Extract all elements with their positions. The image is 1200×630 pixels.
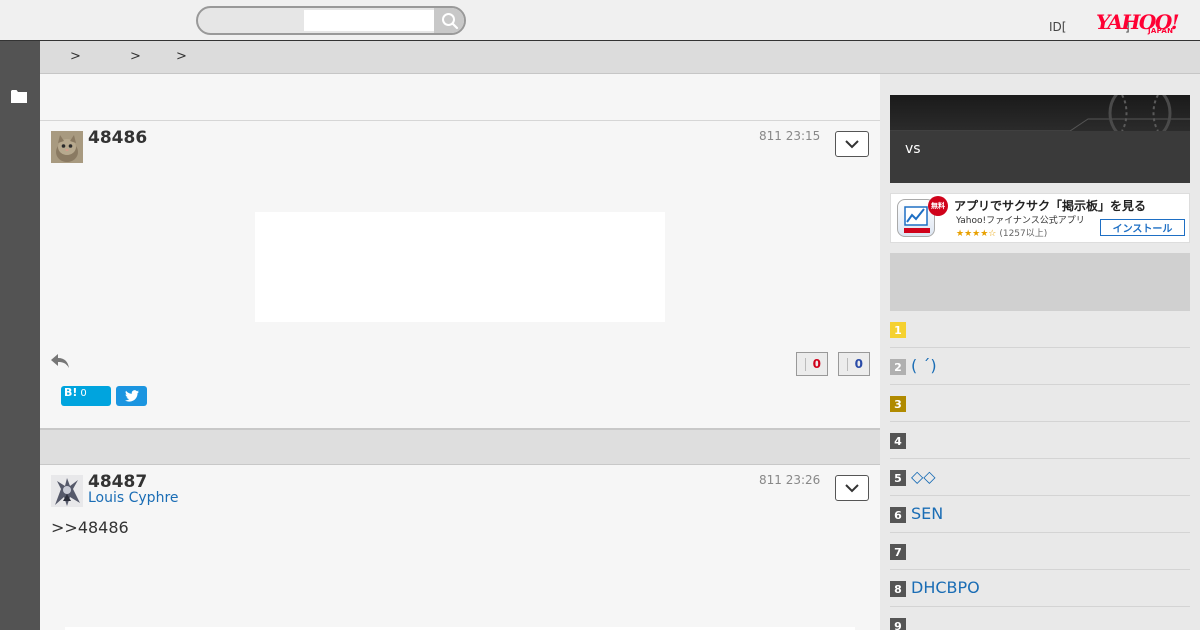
post-number[interactable]: 48487 <box>88 472 147 492</box>
breadcrumb-separator: > <box>70 49 81 64</box>
star-rating: ★★★★☆ <box>956 229 997 239</box>
chevron-down-icon <box>845 483 859 492</box>
rank-number-badge: 8 <box>890 581 906 597</box>
ranking-item[interactable]: 7 <box>890 533 1190 570</box>
breadcrumb: > > > <box>40 41 1200 74</box>
rating-count: (1257以上) <box>999 229 1048 239</box>
sidebar: vs 無料 アプリでサクサク「掲示板」を見る Yahoo!ファイナンス公式アプリ… <box>880 74 1200 630</box>
twitter-icon <box>124 390 139 402</box>
post-number[interactable]: 48486 <box>88 128 147 148</box>
folder-icon[interactable] <box>11 89 27 103</box>
thread-top-band <box>40 74 880 121</box>
vote-down-button[interactable]: 0 <box>838 352 870 376</box>
cat-avatar-image <box>51 131 83 163</box>
search-input[interactable] <box>304 10 434 31</box>
rank-number-badge: 3 <box>890 396 906 412</box>
baseball-banner[interactable]: vs <box>890 95 1190 183</box>
chevron-down-icon <box>845 139 859 148</box>
banner-header <box>890 95 1190 145</box>
app-install-ad[interactable]: 無料 アプリでサクサク「掲示板」を見る Yahoo!ファイナンス公式アプリ ★★… <box>890 193 1190 243</box>
rank-label[interactable]: DHCBPO <box>911 578 980 597</box>
vote-down-count: 0 <box>854 357 863 371</box>
avatar[interactable] <box>51 131 83 163</box>
rank-number-badge: 5 <box>890 470 906 486</box>
baseball-icon <box>890 95 1190 145</box>
rank-number-badge: 6 <box>890 507 906 523</box>
yahoo-japan-logo[interactable]: YAHOO! JAPAN <box>1096 10 1188 36</box>
ranking-item[interactable]: 6 SEN <box>890 496 1190 533</box>
ranking-item[interactable]: 5 ◇◇ <box>890 459 1190 496</box>
post-time: 811 23:15 <box>759 129 821 143</box>
post-divider <box>40 428 880 465</box>
rank-number-badge: 9 <box>890 618 906 630</box>
rank-label[interactable]: SEN <box>911 504 943 523</box>
tweet-button[interactable] <box>116 386 147 406</box>
id-label[interactable]: ID[ <box>1049 20 1066 34</box>
ranking-item[interactable]: 9 <box>890 607 1190 630</box>
left-rail <box>0 41 40 630</box>
ranking-item[interactable]: 4 <box>890 422 1190 459</box>
breadcrumb-separator: > <box>176 49 187 64</box>
vote-up-count: 0 <box>812 357 821 371</box>
avatar[interactable] <box>51 475 83 507</box>
post-menu-button[interactable] <box>835 475 869 501</box>
rank-number-badge: 1 <box>890 322 906 338</box>
rank-number-badge: 4 <box>890 433 906 449</box>
post-username[interactable]: Louis Cyphre <box>88 490 179 506</box>
install-button[interactable]: インストール <box>1100 219 1185 236</box>
post-time: 811 23:26 <box>759 473 821 487</box>
search-button[interactable] <box>434 8 464 33</box>
hatena-count: 0 <box>80 388 87 399</box>
vote-up-button[interactable]: 0 <box>796 352 828 376</box>
banner-text: vs <box>905 141 921 157</box>
message-thread: 48486 811 23:15 0 0 B! 0 48487 Louis Cyp… <box>40 74 880 630</box>
hatena-label: B! <box>64 386 78 399</box>
header: ID[ ] YAHOO! JAPAN <box>0 0 1200 41</box>
app-ad-subtitle: Yahoo!ファイナンス公式アプリ <box>956 216 1085 226</box>
rank-number-badge: 7 <box>890 544 906 560</box>
app-ad-title: アプリでサクサク「掲示板」を見る <box>954 199 1147 213</box>
reply-icon[interactable] <box>50 352 70 370</box>
search-icon <box>442 12 459 29</box>
post-menu-button[interactable] <box>835 131 869 157</box>
search-box <box>196 6 466 35</box>
ad-placeholder <box>255 212 665 322</box>
breadcrumb-separator: > <box>130 49 141 64</box>
rank-label[interactable]: ( ´) <box>911 356 937 375</box>
rank-label[interactable]: ◇◇ <box>911 467 936 486</box>
ranking-item[interactable]: 8 DHCBPO <box>890 570 1190 607</box>
ranking-item[interactable]: 1 <box>890 311 1190 348</box>
ranking-list: 1 2 ( ´) 3 4 5 ◇◇ 6 SEN 7 8 DHCBPO 9 <box>890 311 1190 630</box>
rank-number-badge: 2 <box>890 359 906 375</box>
free-badge: 無料 <box>928 196 948 216</box>
ranking-item[interactable]: 2 ( ´) <box>890 348 1190 385</box>
app-ad-stars: ★★★★☆ (1257以上) <box>956 226 1047 239</box>
ranking-item[interactable]: 3 <box>890 385 1190 422</box>
logo-sub: JAPAN <box>1148 27 1174 35</box>
post-body: >>48486 <box>51 518 129 537</box>
character-avatar-image <box>51 475 83 507</box>
hatena-bookmark-button[interactable]: B! 0 <box>61 386 111 406</box>
sidebar-placeholder <box>890 253 1190 311</box>
